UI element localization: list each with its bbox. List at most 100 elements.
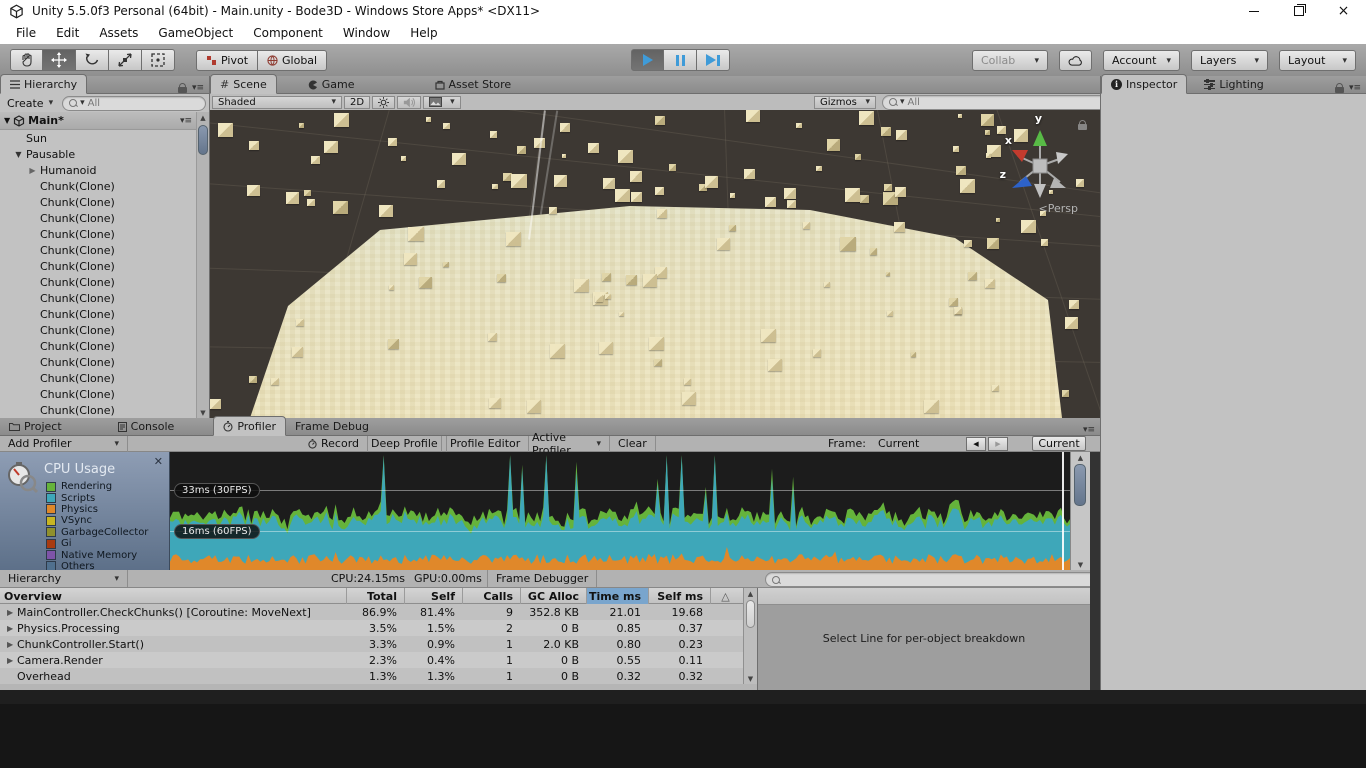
- col-calls[interactable]: Calls: [462, 588, 520, 604]
- hierarchy-item[interactable]: Chunk(Clone): [0, 210, 196, 226]
- create-dropdown[interactable]: Create▾: [3, 97, 57, 110]
- hierarchy-mode-dropdown[interactable]: Hierarchy▾: [0, 570, 128, 587]
- account-dropdown[interactable]: Account▾: [1103, 50, 1180, 71]
- scene-menu-icon[interactable]: ▾≡: [180, 116, 196, 126]
- scroll-down-icon[interactable]: ▼: [197, 407, 209, 418]
- scene-root-row[interactable]: ▼ Main* ▾≡: [0, 112, 196, 130]
- lock-icon[interactable]: [178, 83, 187, 93]
- tab-hierarchy[interactable]: Hierarchy: [0, 74, 87, 94]
- panel-menu-icon[interactable]: ▾≡: [192, 83, 204, 93]
- hierarchy-item[interactable]: Chunk(Clone): [0, 242, 196, 258]
- menu-gameobject[interactable]: GameObject: [148, 22, 243, 44]
- col-gc-alloc[interactable]: GC Alloc: [520, 588, 586, 604]
- hierarchy-item[interactable]: Chunk(Clone): [0, 306, 196, 322]
- scroll-down-icon[interactable]: ▼: [1071, 559, 1090, 570]
- hierarchy-item[interactable]: Chunk(Clone): [0, 226, 196, 242]
- step-button[interactable]: [697, 49, 730, 71]
- axis-x-label[interactable]: x: [1005, 134, 1012, 147]
- next-frame-button[interactable]: ▶: [988, 437, 1008, 451]
- expand-arrow-icon[interactable]: ▶: [7, 640, 17, 649]
- expand-arrow-icon[interactable]: ▶: [7, 608, 17, 617]
- layout-dropdown[interactable]: Layout▾: [1279, 50, 1356, 71]
- chart-scrollbar[interactable]: ▲ ▼: [1070, 452, 1090, 570]
- legend-item[interactable]: Gi: [46, 538, 148, 549]
- tab-scene[interactable]: # Scene: [210, 74, 277, 94]
- tab-inspector[interactable]: i Inspector: [1101, 74, 1187, 94]
- current-frame-button[interactable]: Current: [1032, 436, 1086, 451]
- hierarchy-item[interactable]: Chunk(Clone): [0, 178, 196, 194]
- scrollbar-thumb[interactable]: [198, 125, 208, 155]
- menu-file[interactable]: File: [6, 22, 46, 44]
- expand-arrow-icon[interactable]: ▼: [4, 116, 10, 125]
- warnings-column-icon[interactable]: △: [710, 588, 743, 604]
- cloud-button[interactable]: [1059, 50, 1092, 71]
- hierarchy-item[interactable]: Chunk(Clone): [0, 322, 196, 338]
- lock-icon[interactable]: [1335, 83, 1344, 93]
- effects-dropdown[interactable]: ▾: [423, 96, 461, 109]
- pivot-toggle-button[interactable]: Pivot: [196, 50, 258, 71]
- menu-help[interactable]: Help: [400, 22, 447, 44]
- menu-component[interactable]: Component: [243, 22, 333, 44]
- col-total[interactable]: Total: [346, 588, 404, 604]
- clear-button[interactable]: Clear: [610, 436, 656, 452]
- cpu-usage-graph[interactable]: [170, 452, 1070, 570]
- scroll-up-icon[interactable]: ▲: [1071, 452, 1090, 463]
- restore-button[interactable]: [1276, 0, 1321, 22]
- axis-z-label[interactable]: z: [1000, 168, 1006, 181]
- record-toggle[interactable]: Record: [300, 436, 368, 452]
- lock-icon[interactable]: [1078, 120, 1087, 130]
- gizmos-dropdown[interactable]: Gizmos▾: [814, 96, 876, 109]
- scale-tool-button[interactable]: [109, 49, 142, 71]
- close-icon[interactable]: ✕: [154, 455, 163, 468]
- tab-asset-store[interactable]: Asset Store: [426, 76, 521, 93]
- lighting-toggle-button[interactable]: [372, 96, 395, 109]
- hierarchy-item[interactable]: Chunk(Clone): [0, 258, 196, 274]
- tab-project[interactable]: Project: [0, 418, 71, 435]
- shading-mode-dropdown[interactable]: Shaded▾: [212, 96, 342, 109]
- collab-button[interactable]: Collab▾: [972, 50, 1048, 71]
- col-self-ms[interactable]: Self ms: [648, 588, 710, 604]
- table-row[interactable]: ▶Overhead 1.3% 1.3% 1 0 B 0.32 0.32: [0, 668, 757, 684]
- hierarchy-item[interactable]: Chunk(Clone): [0, 386, 196, 402]
- hierarchy-item[interactable]: Chunk(Clone): [0, 274, 196, 290]
- scroll-up-icon[interactable]: ▲: [197, 112, 209, 123]
- table-row[interactable]: ▶MainController.CheckChunks() [Coroutine…: [0, 604, 757, 620]
- frame-debugger-button[interactable]: Frame Debugger: [487, 570, 597, 587]
- scrollbar-thumb[interactable]: [1074, 464, 1086, 506]
- hierarchy-item[interactable]: Chunk(Clone): [0, 402, 196, 418]
- axis-y-label[interactable]: y: [1035, 112, 1042, 125]
- hierarchy-item[interactable]: Chunk(Clone): [0, 194, 196, 210]
- profiler-search-input[interactable]: [765, 572, 1099, 587]
- legend-item[interactable]: GarbageCollector: [46, 527, 148, 538]
- tab-profiler[interactable]: Profiler: [213, 416, 286, 436]
- layers-dropdown[interactable]: Layers▾: [1191, 50, 1268, 71]
- legend-item[interactable]: Physics: [46, 504, 148, 515]
- panel-menu-icon[interactable]: ▾≡: [1083, 425, 1095, 435]
- panel-menu-icon[interactable]: ▾≡: [1349, 83, 1361, 93]
- hierarchy-item[interactable]: Chunk(Clone): [0, 354, 196, 370]
- expand-arrow-icon[interactable]: ▶: [7, 624, 17, 633]
- hierarchy-item[interactable]: Chunk(Clone): [0, 290, 196, 306]
- legend-item[interactable]: Scripts: [46, 492, 148, 503]
- move-tool-button[interactable]: [43, 49, 76, 71]
- scroll-down-icon[interactable]: ▼: [744, 673, 757, 684]
- rotate-tool-button[interactable]: [76, 49, 109, 71]
- col-self[interactable]: Self: [404, 588, 462, 604]
- tab-game[interactable]: Game: [299, 76, 364, 93]
- hierarchy-item[interactable]: Chunk(Clone): [0, 370, 196, 386]
- hand-tool-button[interactable]: [10, 49, 43, 71]
- rect-tool-button[interactable]: [142, 49, 175, 71]
- tab-frame-debug[interactable]: Frame Debug: [286, 418, 378, 435]
- orientation-gizmo[interactable]: [1004, 122, 1076, 214]
- col-time-ms[interactable]: Time ms: [586, 588, 648, 604]
- hierarchy-item[interactable]: Chunk(Clone): [0, 338, 196, 354]
- scroll-up-icon[interactable]: ▲: [744, 588, 757, 599]
- col-overview[interactable]: Overview: [0, 588, 346, 604]
- profile-editor-toggle[interactable]: Profile Editor: [441, 436, 529, 452]
- legend-item[interactable]: Rendering: [46, 481, 148, 492]
- table-scrollbar[interactable]: ▲ ▼: [743, 588, 757, 684]
- 2d-toggle-button[interactable]: 2D: [344, 96, 370, 109]
- expand-arrow-icon[interactable]: ▶: [7, 656, 17, 665]
- menu-edit[interactable]: Edit: [46, 22, 89, 44]
- pause-button[interactable]: [664, 49, 697, 71]
